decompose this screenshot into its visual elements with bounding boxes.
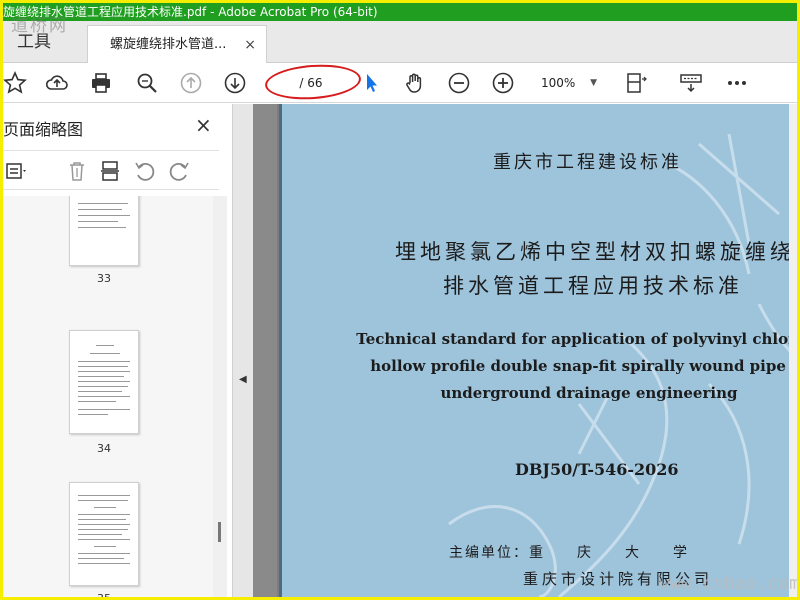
cover-background-art (448, 133, 797, 597)
scrollbar-thumb[interactable] (218, 522, 221, 542)
thumbnail-toolbar (3, 150, 219, 190)
thumbnail-label: 33 (97, 272, 111, 285)
site-url-watermark: www.cnbao.com (659, 573, 797, 594)
chief-editor-unit: 主编单位：重 庆 大 学 (449, 545, 689, 561)
page-thumbnails-panel: 页面缩略图 × 33 34 (3, 104, 233, 597)
thumbnail-scrollbar[interactable] (213, 196, 227, 597)
zoom-in-icon[interactable] (489, 69, 517, 97)
hand-icon[interactable] (401, 69, 429, 97)
panel-collapse-handle[interactable]: ◀ (233, 104, 253, 597)
upload-icon[interactable] (43, 69, 71, 97)
document-scrollbar[interactable] (789, 104, 797, 597)
star-icon[interactable] (3, 69, 29, 97)
pdf-page: 重庆市工程建设标准 埋地聚氯乙烯中空型材双扣螺旋缠绕 排水管道工程应用技术标准 … (279, 104, 797, 597)
document-tab-label: 螺旋缠绕排水管道... (110, 37, 227, 52)
undo-icon[interactable] (133, 159, 157, 183)
pointer-icon[interactable] (357, 69, 385, 97)
cn-title-line2: 排水管道工程应用技术标准 (443, 274, 743, 298)
page-down-icon[interactable] (221, 69, 249, 97)
delete-icon[interactable] (65, 159, 89, 183)
page-gutter (253, 104, 277, 597)
site-logo-watermark: 道桥网 (11, 16, 68, 36)
print-icon[interactable] (87, 69, 115, 97)
zoom-out-icon[interactable] (445, 69, 473, 97)
title-bar: 旋缠绕排水管道工程应用技术标准.pdf - Adobe Acrobat Pro … (3, 3, 797, 21)
en-title-line1: Technical standard for application of po… (356, 330, 797, 348)
thumbnail-label: 34 (97, 442, 111, 455)
keyboard-icon[interactable] (677, 69, 705, 97)
tab-bar: 工具 螺旋缠绕排水管道... × (3, 21, 797, 63)
thumbnail-list: 33 34 (3, 196, 213, 597)
red-highlight-annotation (263, 61, 363, 103)
search-icon[interactable] (133, 69, 161, 97)
cn-title-line1: 埋地聚氯乙烯中空型材双扣螺旋缠绕 (395, 240, 795, 264)
options-icon[interactable] (5, 159, 29, 183)
thumbnail-page[interactable] (69, 196, 139, 266)
thumbnail-page[interactable] (69, 330, 139, 434)
redo-icon[interactable] (167, 159, 191, 183)
thumbnail-page[interactable] (69, 482, 139, 586)
tab-document[interactable]: 螺旋缠绕排水管道... × (87, 25, 267, 63)
chevron-left-icon: ◀ (239, 374, 247, 385)
en-title-line2: hollow profile double snap-fit spirally … (370, 357, 797, 375)
zoom-select[interactable]: 100% ▼ (533, 72, 603, 94)
zoom-value: 100% (541, 76, 576, 90)
chevron-down-icon: ▼ (590, 78, 597, 88)
panel-title: 页面缩略图 (3, 120, 84, 139)
close-panel-icon[interactable]: × (195, 113, 212, 137)
standard-type: 重庆市工程建设标准 (493, 152, 682, 173)
document-view: 重庆市工程建设标准 埋地聚氯乙烯中空型材双扣螺旋缠绕 排水管道工程应用技术标准 … (253, 104, 797, 597)
page-up-icon[interactable] (177, 69, 205, 97)
fit-page-icon[interactable] (621, 69, 649, 97)
thumbnail-label: 35 (69, 592, 139, 597)
acrobat-window: 旋缠绕排水管道工程应用技术标准.pdf - Adobe Acrobat Pro … (3, 3, 797, 597)
en-title-line3: underground drainage engineering (440, 384, 738, 402)
more-icon[interactable] (723, 69, 751, 97)
close-tab-icon[interactable]: × (244, 26, 256, 64)
main-toolbar: / 66 100% ▼ (3, 61, 797, 103)
standard-code: DBJ50/T-546-2026 (515, 460, 679, 479)
insert-page-icon[interactable] (99, 159, 123, 183)
